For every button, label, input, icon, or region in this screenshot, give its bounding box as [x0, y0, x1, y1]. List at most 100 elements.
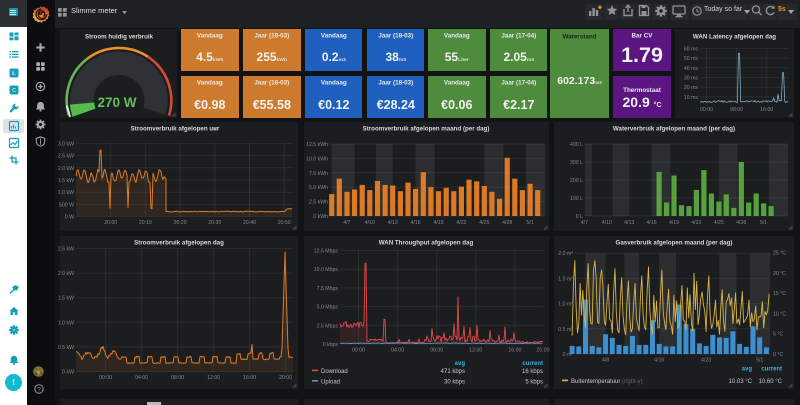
svg-text:100 L: 100 L	[570, 196, 583, 202]
svg-text:2.0 m³: 2.0 m³	[558, 251, 573, 257]
svg-text:5.0 kWh: 5.0 kWh	[309, 185, 328, 191]
svg-text:5/1: 5/1	[526, 220, 533, 226]
svg-text:0 °C: 0 °C	[773, 352, 783, 358]
svg-text:2.0 kW: 2.0 kW	[58, 166, 74, 172]
svg-text:30 kbps: 30 kbps	[444, 380, 465, 386]
svg-text:20:00: 20:00	[537, 348, 550, 354]
svg-text:270 W: 270 W	[97, 95, 136, 110]
svg-text:2.5 kW: 2.5 kW	[58, 154, 74, 160]
svg-text:16:00: 16:00	[760, 107, 773, 113]
svg-text:€0.12: €0.12	[318, 98, 349, 112]
svg-text:Vandaag: Vandaag	[321, 33, 347, 40]
svg-text:04:00: 04:00	[135, 375, 148, 381]
svg-text:Download: Download	[321, 369, 348, 375]
svg-text:20:50: 20:50	[278, 220, 291, 226]
svg-text:15 °C: 15 °C	[773, 291, 786, 297]
svg-text:5 kbps: 5 kbps	[525, 380, 543, 386]
svg-text:00:00: 00:00	[352, 348, 365, 354]
svg-text:12:00: 12:00	[469, 348, 482, 354]
svg-text:10 °C: 10 °C	[773, 311, 786, 317]
svg-text:16 kbps: 16 kbps	[522, 369, 543, 375]
svg-text:7.5 kWh: 7.5 kWh	[309, 171, 328, 177]
svg-text:38m3: 38m3	[385, 50, 406, 64]
svg-text:10.03 °C: 10.03 °C	[729, 379, 753, 385]
svg-text:20.9 °C: 20.9 °C	[623, 94, 662, 110]
svg-text:WAN Throughput afgelopen dag: WAN Throughput afgelopen dag	[379, 240, 474, 247]
svg-text:12.5 kWh: 12.5 kWh	[306, 142, 328, 148]
svg-text:4/10: 4/10	[365, 220, 375, 226]
svg-text:1.5 m³: 1.5 m³	[558, 276, 573, 282]
svg-text:WAN Latency afgelopen dag: WAN Latency afgelopen dag	[693, 34, 776, 41]
svg-text:Stroomverbruik afgelopen dag: Stroomverbruik afgelopen dag	[134, 240, 224, 247]
svg-text:Bar CV: Bar CV	[632, 32, 654, 39]
svg-text:4.5kWh: 4.5kWh	[197, 50, 224, 64]
svg-text:Jaar (18-03): Jaar (18-03)	[254, 33, 289, 40]
svg-text:4/25: 4/25	[714, 220, 724, 226]
svg-text:4/13: 4/13	[624, 220, 634, 226]
svg-text:0.5 kW: 0.5 kW	[58, 345, 74, 351]
svg-text:2.5 kWh: 2.5 kWh	[309, 200, 328, 206]
svg-text:Buitentemperatuur: Buitentemperatuur	[571, 379, 620, 385]
svg-text:4/28: 4/28	[736, 220, 746, 226]
svg-text:25 °C: 25 °C	[773, 251, 786, 257]
svg-text:Vandaag: Vandaag	[444, 33, 470, 40]
svg-text:00:00: 00:00	[99, 375, 112, 381]
svg-text:5/1: 5/1	[760, 220, 767, 226]
svg-text:0 W: 0 W	[65, 215, 74, 221]
svg-text:Stroomverbruik afgelopen uur: Stroomverbruik afgelopen uur	[131, 126, 220, 133]
svg-text:602.173m3: 602.173m3	[557, 75, 602, 87]
svg-text:16:00: 16:00	[243, 375, 256, 381]
svg-text:08:00: 08:00	[171, 375, 184, 381]
svg-text:Jaar (18-03): Jaar (18-03)	[254, 80, 289, 87]
svg-text:4/22: 4/22	[456, 220, 466, 226]
svg-text:4/25: 4/25	[479, 220, 489, 226]
svg-text:€0.98: €0.98	[195, 98, 226, 112]
svg-text:Waterverbruik afgelopen maand: Waterverbruik afgelopen maand (per dag)	[613, 126, 735, 133]
svg-text:55Liter: 55Liter	[445, 50, 469, 64]
svg-text:08:00: 08:00	[730, 107, 743, 113]
svg-text:7.5 Mbps: 7.5 Mbps	[317, 286, 339, 292]
svg-text:4/23: 4/23	[701, 358, 711, 364]
svg-text:5/1: 5/1	[756, 358, 763, 364]
svg-text:5 °C: 5 °C	[773, 332, 783, 338]
svg-text:4/8: 4/8	[602, 358, 609, 364]
svg-text:08:00: 08:00	[430, 348, 443, 354]
svg-text:300 L: 300 L	[570, 160, 583, 166]
svg-text:20:20: 20:20	[174, 220, 187, 226]
svg-text:20:00: 20:00	[279, 375, 292, 381]
svg-text:4/10: 4/10	[602, 220, 612, 226]
svg-text:500 W: 500 W	[59, 202, 74, 208]
svg-text:0 kWh: 0 kWh	[313, 214, 328, 220]
svg-text:50 ms: 50 ms	[684, 56, 699, 62]
svg-text:Vandaag: Vandaag	[444, 80, 470, 87]
svg-text:iL: iL	[12, 71, 16, 77]
svg-text:current: current	[522, 361, 543, 367]
svg-text:12:00: 12:00	[207, 375, 220, 381]
svg-text:Stroomverbruik afgelopen maand: Stroomverbruik afgelopen maand (per dag)	[363, 126, 490, 133]
svg-text:4/16: 4/16	[654, 358, 664, 364]
svg-text:4/13: 4/13	[388, 220, 398, 226]
svg-text:16:00: 16:00	[508, 348, 521, 354]
svg-text:20 °C: 20 °C	[773, 271, 786, 277]
svg-text:4/16: 4/16	[647, 220, 657, 226]
svg-text:€0.06: €0.06	[441, 98, 472, 112]
svg-text:1.0 kW: 1.0 kW	[58, 320, 74, 326]
svg-text:20:10: 20:10	[139, 220, 152, 226]
svg-text:20 ms: 20 ms	[684, 85, 699, 91]
svg-text:04:00: 04:00	[391, 348, 404, 354]
svg-text:4/16: 4/16	[411, 220, 421, 226]
svg-text:1.79: 1.79	[621, 43, 663, 67]
svg-text:10.0 Mbps: 10.0 Mbps	[314, 267, 339, 273]
svg-text:Jaar (17-04): Jaar (17-04)	[501, 80, 536, 87]
svg-text:€2.17: €2.17	[503, 98, 534, 112]
svg-text:400 L: 400 L	[570, 142, 583, 148]
svg-text:2.0 kW: 2.0 kW	[58, 271, 74, 277]
svg-text:Upload: Upload	[321, 380, 340, 386]
svg-text:Jaar (18-03): Jaar (18-03)	[378, 80, 413, 87]
svg-text:12.5 Mbps: 12.5 Mbps	[314, 249, 339, 255]
svg-text:20:30: 20:30	[208, 220, 221, 226]
svg-text:30 ms: 30 ms	[684, 76, 699, 82]
svg-text:471 kbps: 471 kbps	[441, 369, 465, 375]
svg-text:200 L: 200 L	[570, 178, 583, 184]
svg-text:4/22: 4/22	[691, 220, 701, 226]
